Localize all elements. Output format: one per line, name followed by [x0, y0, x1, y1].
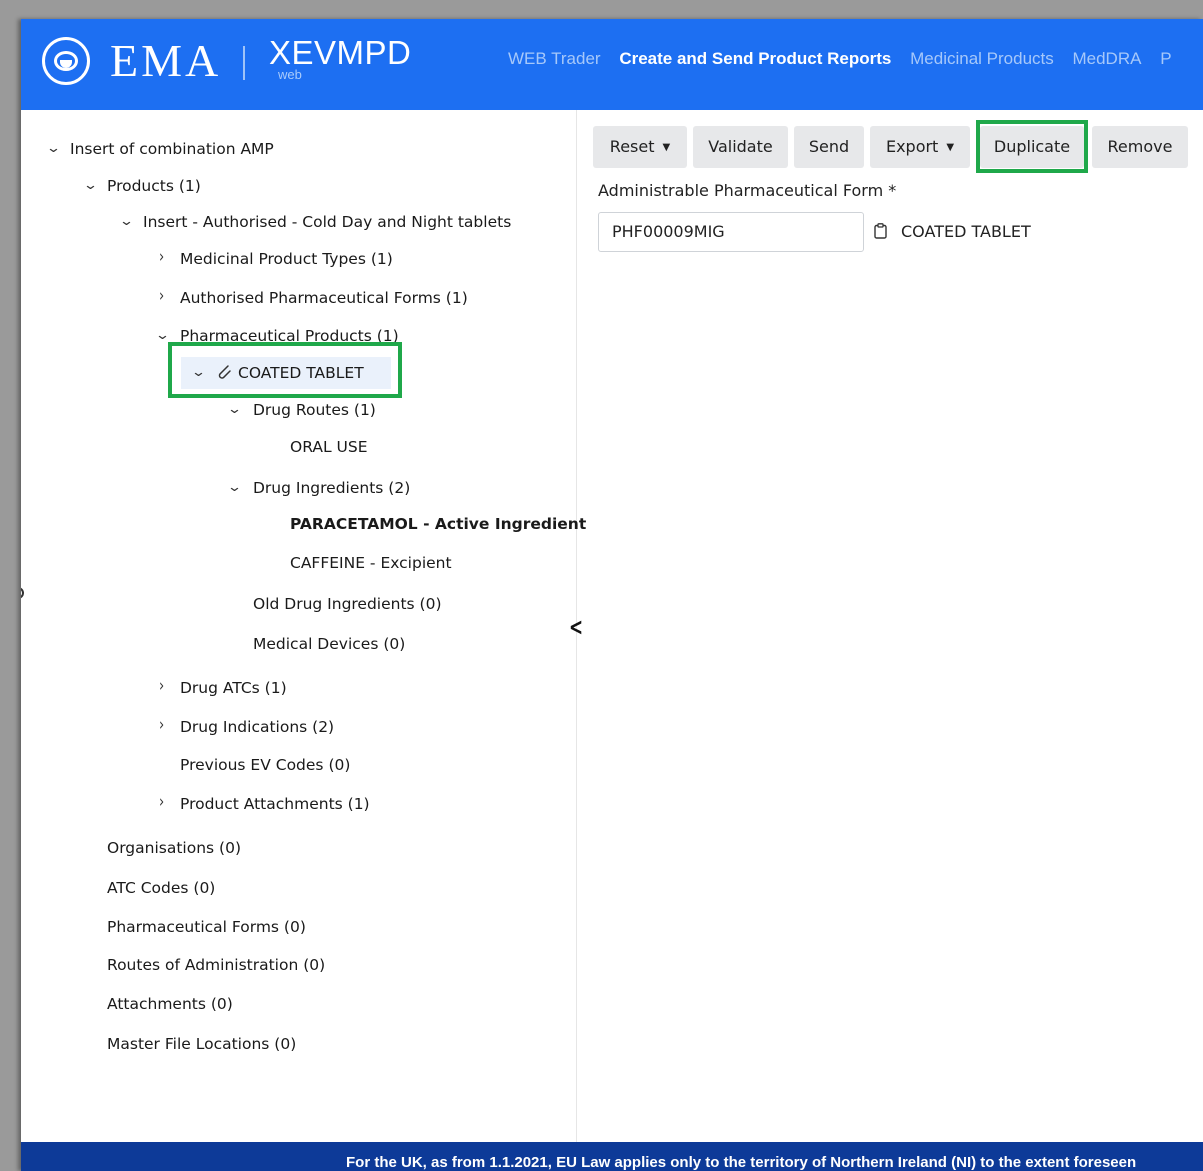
tree-node-authorised-forms[interactable]: Authorised Pharmaceutical Forms (1) [180, 288, 468, 308]
nav-truncated-item[interactable]: P [1160, 49, 1171, 68]
chevron-right-icon[interactable]: › [159, 674, 164, 700]
resize-handle-icon[interactable] [21, 587, 24, 599]
app-window: EMA XEVMPD web WEB Trader Create and Sen… [21, 19, 1203, 1171]
send-button[interactable]: Send [794, 126, 864, 168]
chevron-down-icon[interactable]: ⌄ [46, 139, 61, 159]
tree-node-drug-atcs[interactable]: Drug ATCs (1) [180, 678, 287, 698]
footer-banner: For the UK, as from 1.1.2021, EU Law app… [21, 1142, 1203, 1171]
tree-node-medicinal-product-types[interactable]: Medicinal Product Types (1) [180, 249, 393, 269]
chevron-down-icon[interactable]: ⌄ [227, 478, 242, 498]
highlight-box-duplicate [976, 120, 1088, 173]
tree-node-old-drug-ingredients[interactable]: Old Drug Ingredients (0) [253, 594, 442, 614]
administrable-form-term: COATED TABLET [901, 222, 1031, 241]
tree-node-drug-indications[interactable]: Drug Indications (2) [180, 717, 334, 737]
chevron-down-icon[interactable]: ⌄ [83, 176, 98, 196]
tree-node-insert[interactable]: Insert - Authorised - Cold Day and Night… [143, 212, 511, 232]
tree-node-drug-ingredients[interactable]: Drug Ingredients (2) [253, 478, 410, 498]
tree-node-attachments[interactable]: Attachments (0) [107, 994, 233, 1014]
remove-button[interactable]: Remove [1092, 126, 1188, 168]
tree-node-routes-of-administration[interactable]: Routes of Administration (0) [107, 955, 325, 975]
caret-down-icon: ▼ [946, 142, 955, 153]
administrable-form-code-field[interactable]: PHF00009MIG [598, 212, 864, 252]
tree-node-product-attachments[interactable]: Product Attachments (1) [180, 794, 370, 814]
chevron-right-icon[interactable]: › [159, 790, 164, 816]
nav-create-send-reports[interactable]: Create and Send Product Reports [619, 49, 891, 68]
tree-node-medical-devices[interactable]: Medical Devices (0) [253, 634, 405, 654]
ema-logo-icon [42, 37, 90, 85]
chevron-right-icon[interactable]: › [159, 713, 164, 739]
export-button[interactable]: Export ▼ [870, 126, 970, 168]
nav-web-trader[interactable]: WEB Trader [508, 49, 601, 68]
reset-button[interactable]: Reset ▼ [593, 126, 687, 168]
nav-meddra[interactable]: MedDRA [1072, 49, 1141, 68]
app-header: EMA XEVMPD web WEB Trader Create and Sen… [21, 19, 1203, 110]
tree-node-organisations[interactable]: Organisations (0) [107, 838, 241, 858]
caret-down-icon: ▼ [662, 142, 671, 153]
chevron-right-icon[interactable]: › [159, 284, 164, 310]
tree-node-master-file-locations[interactable]: Master File Locations (0) [107, 1034, 296, 1054]
validate-button[interactable]: Validate [693, 126, 788, 168]
chevron-down-icon[interactable]: ⌄ [227, 400, 242, 420]
top-nav: WEB Trader Create and Send Product Repor… [508, 49, 1186, 69]
tree-node-paracetamol[interactable]: PARACETAMOL - Active Ingredient [290, 514, 586, 534]
tree-node-pharmaceutical-forms[interactable]: Pharmaceutical Forms (0) [107, 917, 306, 937]
product-name: XEVMPD [269, 34, 412, 71]
collapse-panel-icon[interactable]: < [569, 613, 583, 641]
tree-node-caffeine[interactable]: CAFFEINE - Excipient [290, 553, 452, 573]
chevron-right-icon[interactable]: › [159, 245, 164, 271]
tree-node-drug-routes[interactable]: Drug Routes (1) [253, 400, 376, 420]
ema-logo-text: EMA [110, 35, 222, 86]
export-button-label: Export [885, 137, 939, 156]
tree-node-products[interactable]: Products (1) [107, 176, 201, 196]
reset-button-label: Reset [609, 137, 655, 156]
clipboard-icon[interactable] [874, 223, 887, 239]
product-subtitle: web [278, 67, 302, 82]
logo-divider [243, 46, 245, 80]
tree-node-previous-ev-codes[interactable]: Previous EV Codes (0) [180, 755, 350, 775]
nav-medicinal-products[interactable]: Medicinal Products [910, 49, 1054, 68]
tree-node-root[interactable]: Insert of combination AMP [70, 139, 274, 159]
highlight-box-tree-node [168, 342, 402, 398]
footer-notice-text: For the UK, as from 1.1.2021, EU Law app… [346, 1154, 1137, 1171]
tree-node-oral-use[interactable]: ORAL USE [290, 437, 368, 457]
tree-node-atc-codes[interactable]: ATC Codes (0) [107, 878, 215, 898]
administrable-form-label: Administrable Pharmaceutical Form * [598, 181, 897, 200]
chevron-down-icon[interactable]: ⌄ [119, 212, 134, 232]
